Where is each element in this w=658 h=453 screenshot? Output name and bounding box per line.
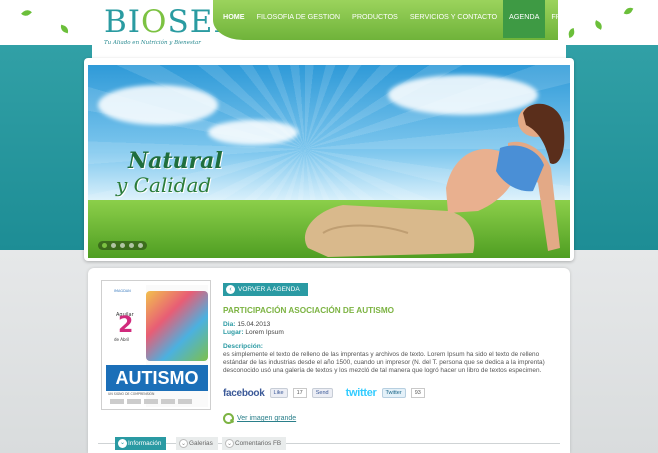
slider-dot[interactable] — [102, 243, 107, 248]
banner-slogan-line1: Natural — [128, 148, 223, 174]
facebook-send-button[interactable]: Send — [311, 388, 333, 398]
poster-child-photo — [146, 291, 208, 361]
event-title: PARTICIPACIÓN ASOCIACIÓN DE AUTISMO — [223, 306, 395, 315]
leaf-icon — [21, 7, 32, 19]
tweet-button[interactable]: Twitter — [381, 388, 406, 398]
event-place: Lugar: Lorem Ipsum — [223, 329, 284, 336]
poster-title: AUTISMO — [106, 365, 208, 391]
place-label: Lugar: — [223, 329, 244, 336]
nav-item-productos[interactable]: PRODUCTOS — [346, 0, 404, 34]
event-description: es simplemente el texto de relleno de la… — [223, 351, 545, 375]
leaf-icon — [59, 24, 70, 34]
hero-banner[interactable]: Natural y Calidad — [88, 65, 570, 258]
nav-item-filosofia[interactable]: FILOSOFIA DE GESTION — [251, 0, 346, 34]
sponsor-logo — [144, 399, 158, 404]
main-nav: HOME FILOSOFIA DE GESTION PRODUCTOS SERV… — [213, 0, 596, 40]
tab-label: Comentarios FB — [235, 440, 282, 447]
poster-sponsor-logos — [110, 399, 192, 404]
poster-brand: IMAGDAN — [114, 289, 131, 293]
cloud — [98, 85, 218, 125]
twitter-logo: twitter — [345, 387, 377, 399]
date-label: Dia: — [223, 321, 236, 328]
nav-item-agenda[interactable]: AGENDA — [503, 0, 546, 38]
tweet-count: 93 — [410, 388, 425, 398]
event-date: Dia: 15.04.2013 — [223, 321, 270, 328]
view-large-image-link[interactable]: Ver imagen grande — [237, 415, 296, 422]
nav-item-servicios[interactable]: SERVICIOS Y CONTACTO — [404, 0, 503, 34]
nav-item-franquicia[interactable]: FRANQUICIA — [545, 0, 601, 34]
like-count: 17 — [292, 388, 307, 398]
banner-slogan-line2: y Calidad — [116, 173, 212, 197]
like-label: Like — [273, 390, 284, 396]
chevron-down-icon: ⌄ — [118, 439, 127, 448]
sponsor-logo — [161, 399, 175, 404]
poster-subtitle: UN SIGNO DE COMPRENSIÓN — [108, 392, 155, 396]
facebook-like-button[interactable]: Like — [269, 388, 288, 398]
event-poster[interactable]: IMAGDAN Aguilar 2 de Abril AUTISMO UN SI… — [101, 280, 211, 410]
place-value: Lorem Ipsum — [245, 329, 284, 336]
tab-label: Galerias — [189, 440, 213, 447]
slider-dot[interactable] — [129, 243, 134, 248]
tweet-label: Twitter — [385, 390, 402, 396]
slider-dots — [98, 241, 147, 250]
view-large-image[interactable]: Ver imagen grande — [223, 413, 296, 424]
tab-informacion[interactable]: ⌄ Información — [115, 437, 167, 450]
tabs-divider — [98, 443, 560, 444]
sponsor-logo — [178, 399, 192, 404]
tab-label: Información — [128, 440, 162, 447]
logo-tagline: Tu Aliado en Nutrición y Bienestar — [104, 40, 201, 46]
nav-item-home[interactable]: HOME — [217, 0, 251, 34]
poster-day-number: 2 — [118, 313, 134, 338]
back-button-label: VORVER A AGENDA — [238, 286, 300, 293]
social-share-bar: facebook Like 17 Send twitter Twitter 93 — [223, 386, 425, 400]
logo-wordmark: BIOSER — [104, 4, 238, 40]
chevron-down-icon: ⌄ — [225, 439, 234, 448]
tab-comentarios-fb[interactable]: ⌄ Comentarios FB — [222, 437, 287, 450]
date-value: 15.04.2013 — [237, 321, 271, 328]
facebook-logo: facebook — [223, 387, 265, 399]
logo[interactable]: BIOSER Tu Aliado en Nutrición y Bienesta… — [104, 4, 238, 50]
magnifier-icon — [223, 413, 234, 424]
arrow-left-icon: ‹ — [226, 285, 235, 294]
chevron-down-icon: ⌄ — [179, 439, 188, 448]
description-label: Descripción: — [223, 343, 263, 350]
sponsor-logo — [127, 399, 141, 404]
back-to-agenda-button[interactable]: ‹ VORVER A AGENDA — [223, 283, 308, 296]
slider-dot[interactable] — [111, 243, 116, 248]
slider-dot[interactable] — [138, 243, 143, 248]
poster-inner: IMAGDAN Aguilar 2 de Abril AUTISMO UN SI… — [106, 285, 208, 407]
leaf-icon — [623, 5, 634, 17]
woman-photo — [304, 103, 565, 257]
send-label: Send — [315, 390, 329, 396]
sponsor-logo — [110, 399, 124, 404]
poster-date-line2: de Abril — [114, 337, 130, 342]
tab-galerias[interactable]: ⌄ Galerias — [176, 437, 218, 450]
slider-dot[interactable] — [120, 243, 125, 248]
